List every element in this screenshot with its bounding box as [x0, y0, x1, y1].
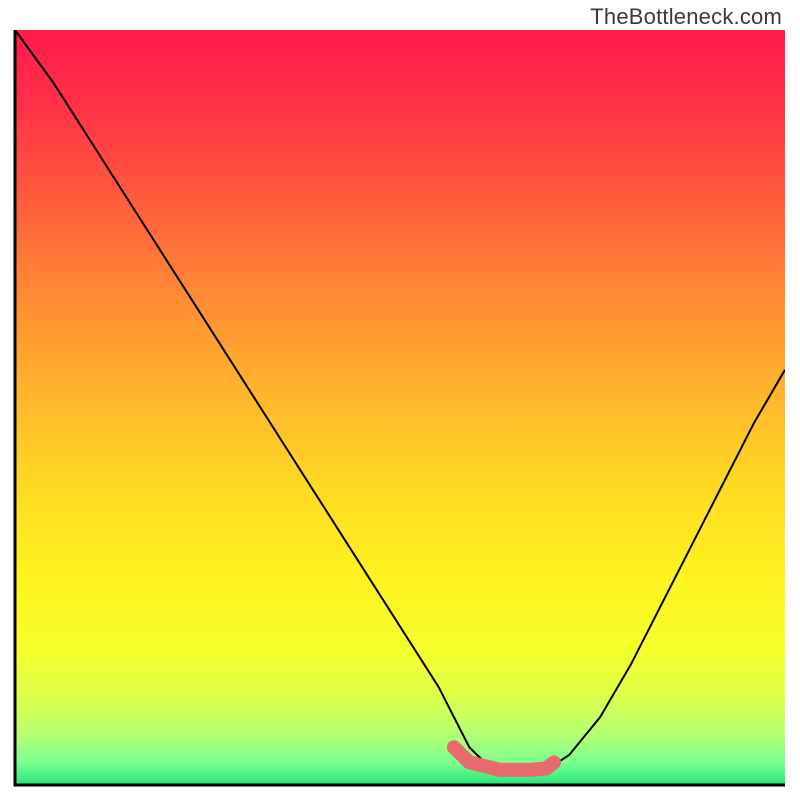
bottleneck-plot [0, 0, 800, 800]
chart-frame: TheBottleneck.com [0, 0, 800, 800]
